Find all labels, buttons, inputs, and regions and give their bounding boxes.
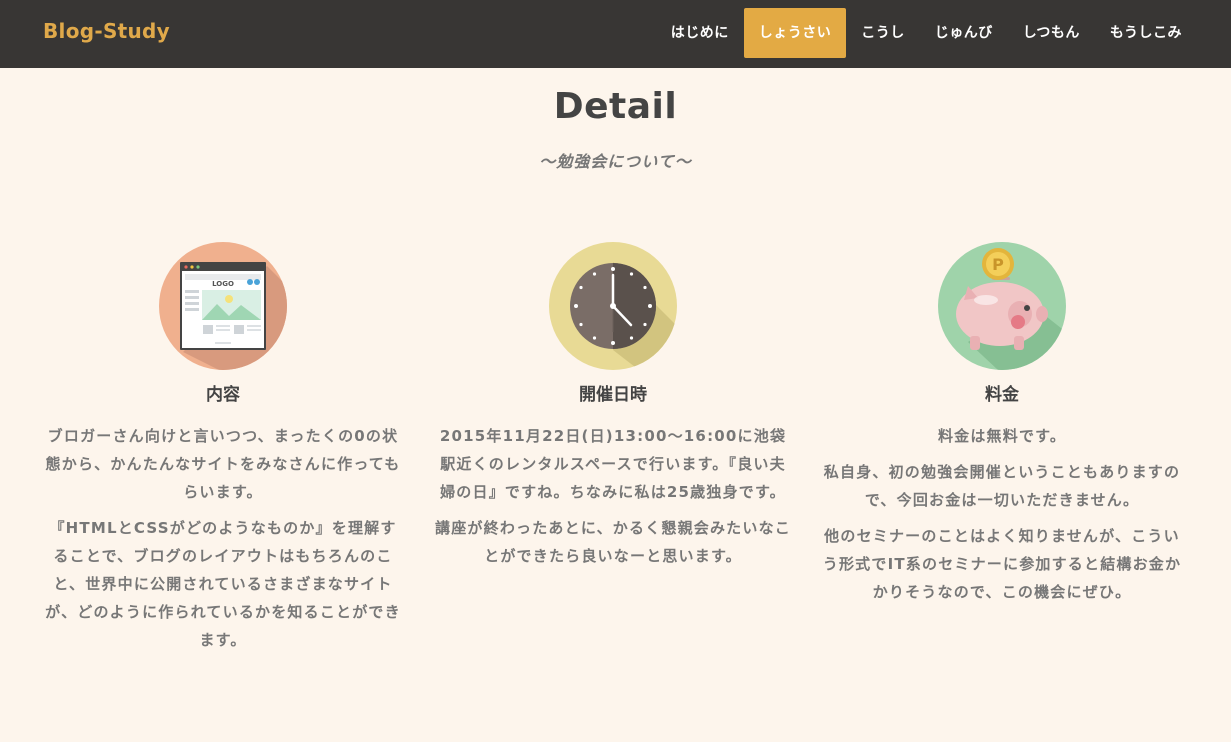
column-paragraph: 他のセミナーのことはよく知りませんが、こういう形式でIT系のセミナーに参加すると… xyxy=(822,527,1182,601)
section-title: Detail xyxy=(553,86,678,127)
svg-text:P: P xyxy=(992,255,1004,274)
nav-item-shitsumon[interactable]: しつもん xyxy=(1008,8,1095,58)
section-subtitle: 〜勉強会について〜 xyxy=(539,152,692,171)
detail-column-datetime: 開催日時 2015年11月22日(日)13:00〜16:00に池袋駅近くのレンタ… xyxy=(433,242,793,570)
nav-item-shousai[interactable]: しょうさい xyxy=(743,8,847,58)
column-body: 料金は無料です。 私自身、初の勉強会開催ということもありますので、今回お金は一切… xyxy=(822,422,1182,606)
nav-item-hajimeni[interactable]: はじめに xyxy=(656,8,744,58)
column-paragraph: 『HTMLとCSSがどのようなものか』を理解することで、ブログのレイアウトはもち… xyxy=(45,519,401,649)
piggy-bank-icon: P xyxy=(938,242,1066,370)
column-paragraph: ブロガーさん向けと言いつつ、まったくの0の状態から、かんたんなサイトをみなさんに… xyxy=(45,427,401,501)
brand-logo-link[interactable]: Blog-Study xyxy=(43,19,170,43)
svg-text:LOGO: LOGO xyxy=(212,280,234,288)
column-paragraph: 私自身、初の勉強会開催ということもありますので、今回お金は一切いただきません。 xyxy=(823,463,1181,509)
column-paragraph: 講座が終わったあとに、かるく懇親会みたいなことができたら良いなーと思います。 xyxy=(435,519,791,565)
detail-column-price: P 料金 料金は無料です。 私自身、初の勉強会開催ということもありますので、今回… xyxy=(822,242,1182,606)
column-body: 2015年11月22日(日)13:00〜16:00に池袋駅近くのレンタルスペース… xyxy=(433,422,793,570)
column-paragraph: 2015年11月22日(日)13:00〜16:00に池袋駅近くのレンタルスペース… xyxy=(439,427,787,501)
column-paragraph: 料金は無料です。 xyxy=(937,427,1067,445)
nav-item-koushi[interactable]: こうし xyxy=(846,8,920,58)
column-title: 内容 xyxy=(206,385,240,405)
nav-item-moushikomi[interactable]: もうしこみ xyxy=(1095,8,1197,58)
navbar: Blog-Study はじめに しょうさい こうし じゅんび しつもん もうしこ… xyxy=(0,0,1231,68)
website-layout-icon: LOGO xyxy=(159,242,287,370)
main-nav: はじめに しょうさい こうし じゅんび しつもん もうしこみ xyxy=(656,8,1197,58)
column-title: 料金 xyxy=(985,385,1019,405)
nav-item-junbi[interactable]: じゅんび xyxy=(920,8,1008,58)
column-body: ブロガーさん向けと言いつつ、まったくの0の状態から、かんたんなサイトをみなさんに… xyxy=(43,422,403,654)
column-title: 開催日時 xyxy=(579,385,647,405)
detail-column-content: LOGO 内容 ブロガーさん向けと言いつつ、まったくの0の状態から、かんたんなサ… xyxy=(43,242,403,654)
clock-icon xyxy=(549,242,677,370)
